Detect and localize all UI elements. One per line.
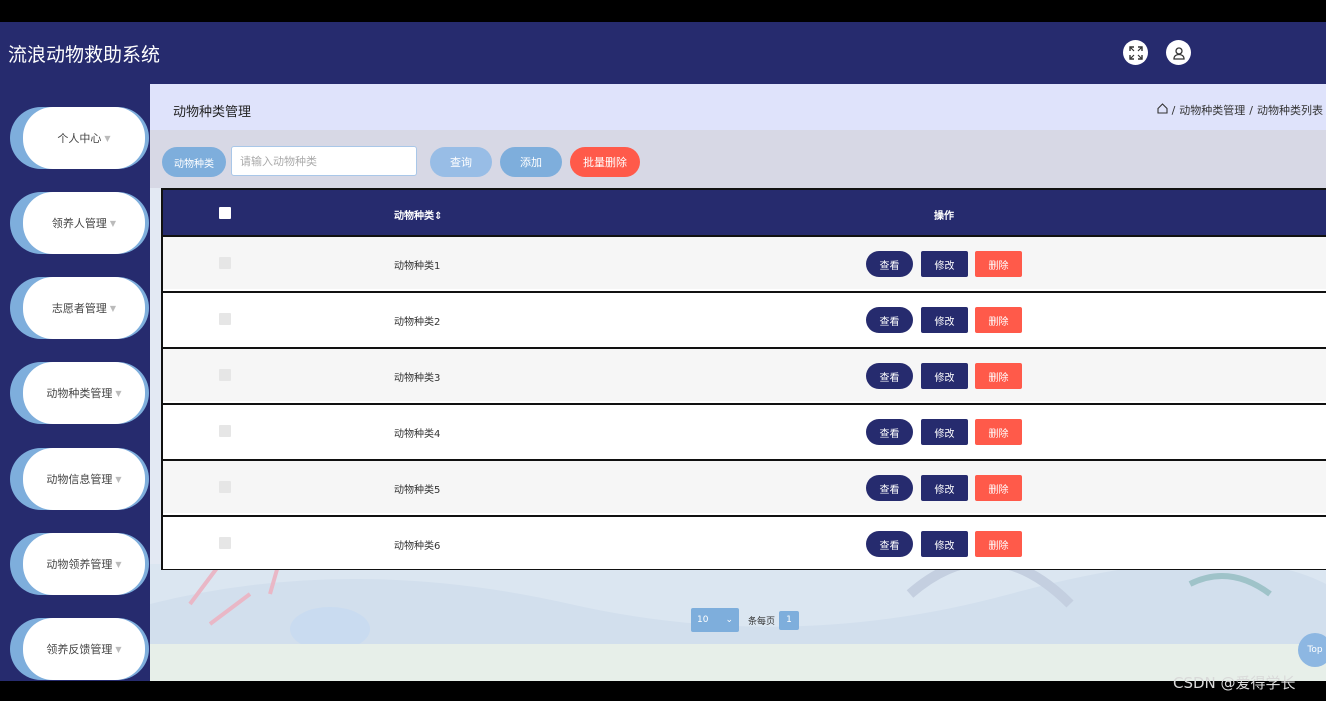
per-page-label: 条每页 [748, 616, 776, 627]
column-header-name[interactable]: 动物种类⇕ [394, 207, 442, 222]
sidebar-item-volunteer-management[interactable]: 志愿者管理 ▼ [10, 277, 149, 339]
top-bar: 流浪动物救助系统 [0, 22, 1326, 84]
delete-button[interactable]: 删除 [975, 475, 1022, 501]
caret-down-icon: ▼ [115, 474, 122, 484]
row-checkbox[interactable] [219, 537, 231, 549]
delete-button[interactable]: 删除 [975, 363, 1022, 389]
row-name: 动物种类1 [394, 261, 441, 272]
watermark: CSDN @爱得学长 [1173, 674, 1296, 692]
delete-button[interactable]: 删除 [975, 251, 1022, 277]
caret-down-icon: ▼ [115, 388, 122, 398]
sidebar-item-adopter-management[interactable]: 领养人管理 ▼ [10, 192, 149, 254]
caret-down-icon: ▼ [109, 303, 117, 313]
edit-button[interactable]: 修改 [921, 531, 968, 557]
fullscreen-icon[interactable] [1123, 40, 1148, 65]
row-checkbox[interactable] [219, 313, 231, 325]
edit-button[interactable]: 修改 [921, 307, 968, 333]
row-checkbox[interactable] [219, 369, 231, 381]
caret-down-icon: ▼ [115, 559, 122, 569]
main-content: 动物种类管理 / 动物种类管理 / 动物种类列表 动物种类 查询 添加 批量删除… [150, 84, 1326, 681]
user-icon[interactable] [1166, 40, 1191, 65]
breadcrumb-separator: / [1249, 103, 1253, 117]
search-label: 动物种类 [162, 147, 226, 177]
search-toolbar: 动物种类 查询 添加 批量删除 [150, 130, 1326, 188]
edit-button[interactable]: 修改 [921, 475, 968, 501]
page-title: 动物种类管理 [173, 105, 252, 120]
view-button[interactable]: 查看 [866, 419, 913, 445]
row-checkbox[interactable] [219, 481, 231, 493]
pagination: 10 ⌄ 条每页 1 [691, 608, 800, 632]
search-input[interactable] [231, 146, 417, 176]
delete-button[interactable]: 删除 [975, 307, 1022, 333]
breadcrumb-level1[interactable]: 动物种类管理 [1179, 102, 1245, 118]
data-table: 动物种类⇕ 操作 动物种类1 查看 修改 删除 动物种类2 查看 修改 删除 动… [161, 188, 1326, 570]
app-title: 流浪动物救助系统 [8, 44, 161, 66]
breadcrumb-separator: / [1171, 103, 1176, 117]
edit-button[interactable]: 修改 [921, 363, 968, 389]
caret-down-icon: ▼ [109, 218, 117, 228]
edit-button[interactable]: 修改 [921, 251, 968, 277]
caret-down-icon: ▼ [115, 644, 122, 654]
row-name: 动物种类3 [394, 373, 441, 384]
select-all-checkbox[interactable] [219, 207, 231, 219]
sidebar-item-adoption-management[interactable]: 动物领养管理 ▼ [10, 533, 149, 595]
sidebar-item-label: 动物领养管理 [46, 558, 113, 571]
sidebar-item-animal-category-management[interactable]: 动物种类管理 ▼ [10, 362, 149, 424]
row-name: 动物种类6 [394, 541, 441, 552]
add-button[interactable]: 添加 [500, 147, 562, 177]
view-button[interactable]: 查看 [866, 475, 913, 501]
table-row: 动物种类2 查看 修改 删除 [163, 291, 1326, 345]
table-row: 动物种类1 查看 修改 删除 [163, 235, 1326, 289]
chevron-down-icon: ⌄ [725, 615, 733, 625]
delete-button[interactable]: 删除 [975, 419, 1022, 445]
row-name: 动物种类4 [394, 429, 441, 440]
sidebar-item-label: 领养人管理 [51, 217, 107, 230]
row-checkbox[interactable] [219, 425, 231, 437]
home-icon[interactable] [1157, 103, 1168, 117]
caret-down-icon: ▼ [104, 133, 111, 143]
sidebar-item-label: 领养反馈管理 [46, 643, 113, 656]
table-row: 动物种类5 查看 修改 删除 [163, 459, 1326, 513]
view-button[interactable]: 查看 [866, 363, 913, 389]
query-button[interactable]: 查询 [430, 147, 492, 177]
column-header-actions: 操作 [934, 211, 954, 222]
sort-icon[interactable]: ⇕ [434, 211, 442, 222]
back-to-top-button[interactable]: Top [1298, 633, 1326, 667]
table-row: 动物种类3 查看 修改 删除 [163, 347, 1326, 401]
sidebar-item-adoption-feedback-management[interactable]: 领养反馈管理 ▼ [10, 618, 149, 680]
edit-button[interactable]: 修改 [921, 419, 968, 445]
sidebar-item-label: 个人中心 [57, 132, 102, 145]
sidebar: 个人中心 ▼ 领养人管理 ▼ 志愿者管理 ▼ 动物种类管理 ▼ 动物信息管理 ▼ 动物领养… [0, 84, 150, 681]
view-button[interactable]: 查看 [866, 307, 913, 333]
sidebar-item-label: 动物种类管理 [46, 387, 113, 400]
sidebar-item-personal-center[interactable]: 个人中心 ▼ [10, 107, 149, 169]
breadcrumb: / 动物种类管理 / 动物种类列表 [1157, 102, 1323, 118]
view-button[interactable]: 查看 [866, 531, 913, 557]
sidebar-item-label: 志愿者管理 [51, 302, 107, 315]
table-row: 动物种类6 查看 修改 删除 [163, 515, 1326, 569]
row-name: 动物种类5 [394, 485, 441, 496]
row-name: 动物种类2 [394, 317, 441, 328]
table-row: 动物种类4 查看 修改 删除 [163, 403, 1326, 457]
view-button[interactable]: 查看 [866, 251, 913, 277]
batch-delete-button[interactable]: 批量删除 [570, 147, 640, 177]
page-header: 动物种类管理 / 动物种类管理 / 动物种类列表 [150, 84, 1326, 130]
table-header: 动物种类⇕ 操作 [163, 190, 1326, 237]
sidebar-item-label: 动物信息管理 [46, 473, 113, 486]
breadcrumb-level2: 动物种类列表 [1257, 104, 1323, 117]
app-window: 流浪动物救助系统 个人中心▼ 领养人管理▼ 志愿者管理▼ 动物种类管理▼ [0, 22, 1326, 681]
sidebar-item-animal-info-management[interactable]: 动物信息管理 ▼ [10, 448, 149, 510]
page-number-button[interactable]: 1 [779, 610, 800, 630]
page-size-select[interactable]: 10 ⌄ [691, 608, 739, 632]
row-checkbox[interactable] [219, 257, 231, 269]
delete-button[interactable]: 删除 [975, 531, 1022, 557]
